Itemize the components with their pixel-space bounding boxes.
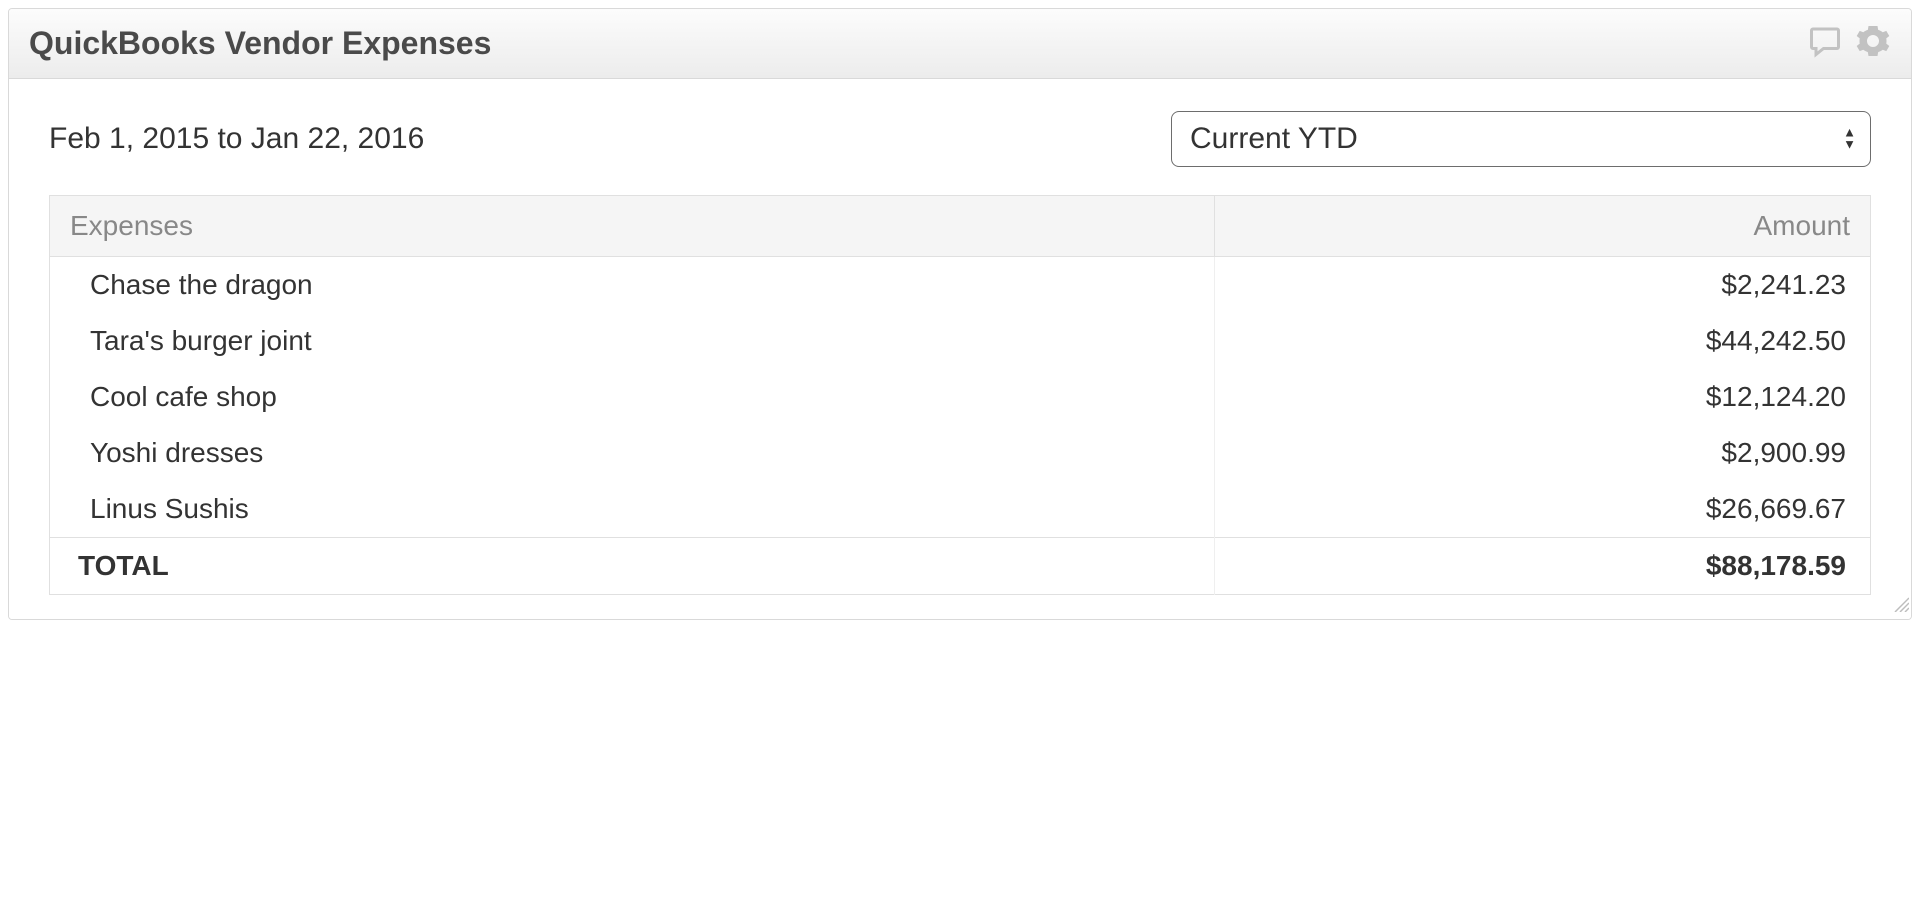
expense-name: Cool cafe shop [50,369,1215,425]
date-range-text: Feb 1, 2015 to Jan 22, 2016 [49,122,424,156]
chevron-sort-icon: ▲▼ [1843,128,1856,151]
expense-amount: $12,124.20 [1215,369,1871,425]
expense-name: Chase the dragon [50,257,1215,314]
period-dropdown[interactable]: Current YTD ▲▼ [1171,111,1871,167]
table-row: Linus Sushis $26,669.67 [50,481,1871,538]
table-header-row: Expenses Amount [50,196,1871,257]
expenses-table: Expenses Amount Chase the dragon $2,241.… [49,195,1871,595]
col-header-amount[interactable]: Amount [1215,196,1871,257]
header-icons [1807,23,1891,64]
table-row: Yoshi dresses $2,900.99 [50,425,1871,481]
widget-title: QuickBooks Vendor Expenses [29,25,491,62]
table-row: Tara's burger joint $44,242.50 [50,313,1871,369]
resize-handle-icon[interactable] [1891,594,1909,617]
widget-body: Feb 1, 2015 to Jan 22, 2016 Current YTD … [9,79,1911,619]
vendor-expenses-widget: QuickBooks Vendor Expenses Feb 1, 2015 t… [8,8,1912,620]
expense-name: Yoshi dresses [50,425,1215,481]
total-label: TOTAL [50,538,1215,595]
expense-amount: $44,242.50 [1215,313,1871,369]
comment-icon[interactable] [1807,23,1843,64]
expense-name: Linus Sushis [50,481,1215,538]
col-header-expenses[interactable]: Expenses [50,196,1215,257]
table-total-row: TOTAL $88,178.59 [50,538,1871,595]
expense-amount: $2,900.99 [1215,425,1871,481]
table-row: Cool cafe shop $12,124.20 [50,369,1871,425]
expense-amount: $2,241.23 [1215,257,1871,314]
widget-header: QuickBooks Vendor Expenses [9,9,1911,79]
gear-icon[interactable] [1855,23,1891,64]
filter-row: Feb 1, 2015 to Jan 22, 2016 Current YTD … [49,111,1871,167]
expense-amount: $26,669.67 [1215,481,1871,538]
table-row: Chase the dragon $2,241.23 [50,257,1871,314]
expense-name: Tara's burger joint [50,313,1215,369]
dropdown-value: Current YTD [1190,122,1358,155]
total-amount: $88,178.59 [1215,538,1871,595]
